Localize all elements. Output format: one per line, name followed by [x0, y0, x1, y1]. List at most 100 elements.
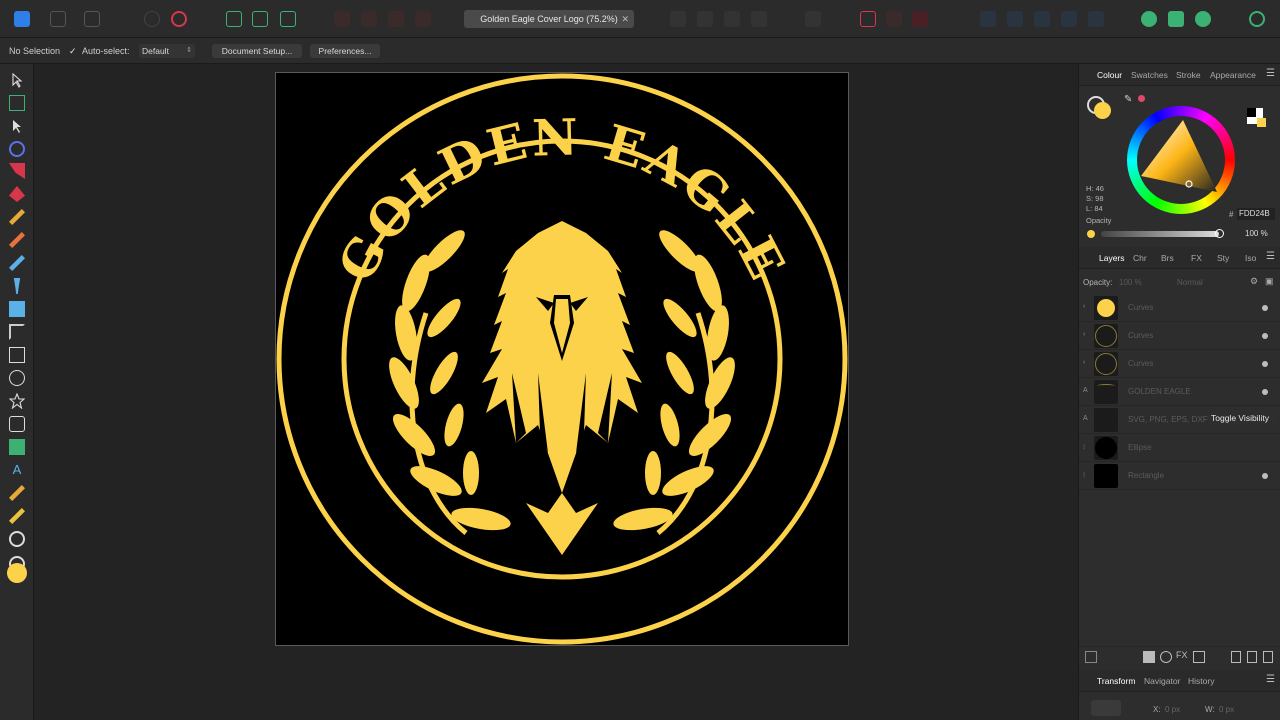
- opacity-slider-handle[interactable]: [1215, 229, 1224, 238]
- close-icon[interactable]: ✕: [621, 10, 629, 28]
- crop-icon[interactable]: [860, 11, 876, 27]
- visibility-dot-icon[interactable]: [1262, 473, 1268, 479]
- pixel-persona-icon[interactable]: [50, 11, 66, 27]
- tab-colour[interactable]: Colour: [1097, 70, 1122, 80]
- corner-tool-icon[interactable]: [9, 163, 25, 179]
- anchor-selector-icon[interactable]: [1091, 700, 1121, 716]
- arrange-front-icon[interactable]: [415, 11, 431, 27]
- tab-character[interactable]: Chr: [1133, 253, 1147, 263]
- layer-expand-icon[interactable]: ‹: [1083, 331, 1085, 338]
- preferences-button[interactable]: Preferences...: [310, 44, 380, 58]
- tab-styles[interactable]: Sty: [1217, 253, 1229, 263]
- autoselect-dropdown[interactable]: Default ⇕: [139, 44, 195, 58]
- tab-isolate[interactable]: Iso: [1245, 253, 1256, 263]
- document-setup-button[interactable]: Document Setup...: [212, 44, 302, 58]
- snap-icon[interactable]: [226, 11, 242, 27]
- opacity-slider[interactable]: [1101, 231, 1219, 237]
- visibility-dot-icon[interactable]: [1262, 333, 1268, 339]
- pen-tool-icon[interactable]: [9, 186, 25, 202]
- color-picker-tool-icon[interactable]: [9, 485, 25, 501]
- align-icon[interactable]: [670, 11, 686, 27]
- transparency-tool-icon[interactable]: [13, 278, 21, 294]
- colour-wheel[interactable]: [1127, 106, 1235, 214]
- divide-icon[interactable]: [1088, 11, 1104, 27]
- w-value[interactable]: 0 px: [1219, 705, 1234, 714]
- zoom-tool-icon[interactable]: [9, 531, 25, 547]
- move-tool-icon[interactable]: [9, 72, 25, 88]
- tab-fx[interactable]: FX: [1191, 253, 1202, 263]
- share-icon[interactable]: [1195, 11, 1211, 27]
- layers-menu-icon[interactable]: ☰: [1266, 251, 1275, 262]
- layer-row[interactable]: ‹ Curves: [1079, 350, 1280, 378]
- tab-history[interactable]: History: [1188, 676, 1214, 686]
- app-logo-icon[interactable]: [14, 11, 30, 27]
- visibility-dot-icon[interactable]: [1262, 389, 1268, 395]
- add-layer-icon[interactable]: [1231, 651, 1241, 663]
- adjustment-icon[interactable]: [1160, 651, 1172, 663]
- studio-icon[interactable]: [1168, 11, 1184, 27]
- layer-options-icon[interactable]: [1085, 651, 1097, 663]
- layer-settings-gear-icon[interactable]: ⚙: [1250, 276, 1258, 287]
- layer-row[interactable]: A GOLDEN EAGLE: [1079, 378, 1280, 406]
- arrange-forward-icon[interactable]: [388, 11, 404, 27]
- geometry-icon[interactable]: [751, 11, 767, 27]
- rectangle-tool-icon[interactable]: [9, 347, 25, 363]
- fx-icon[interactable]: FX: [1176, 650, 1188, 660]
- crop-tool-icon[interactable]: [9, 324, 25, 340]
- assistant-icon[interactable]: [1141, 11, 1157, 27]
- tab-swatches[interactable]: Swatches: [1131, 70, 1168, 80]
- brush-layer-icon[interactable]: [1193, 651, 1205, 663]
- blend-mode-dropdown[interactable]: Normal: [1177, 278, 1203, 287]
- layer-row[interactable]: ⁝ Rectangle: [1079, 462, 1280, 490]
- tab-navigator[interactable]: Navigator: [1144, 676, 1180, 686]
- layer-expand-icon[interactable]: ‹: [1083, 303, 1085, 310]
- subtract-icon[interactable]: [1007, 11, 1023, 27]
- golden-eagle-logo[interactable]: GOLDEN EAGLE: [276, 73, 848, 645]
- delete-layer-icon[interactable]: [1263, 651, 1273, 663]
- hex-input[interactable]: FDD24B: [1237, 208, 1275, 220]
- document-tab[interactable]: Golden Eagle Cover Logo (75.2%) ✕: [464, 10, 634, 28]
- fill-swatch-icon[interactable]: [7, 563, 27, 583]
- tab-stroke[interactable]: Stroke: [1176, 70, 1201, 80]
- distribute-icon[interactable]: [805, 11, 821, 27]
- tab-transform[interactable]: Transform: [1097, 676, 1135, 686]
- tab-layers[interactable]: Layers: [1099, 253, 1125, 263]
- arrange-back-icon[interactable]: [334, 11, 350, 27]
- place-image-tool-icon[interactable]: [9, 301, 25, 317]
- fill-well-icon[interactable]: [1094, 102, 1111, 119]
- layer-row[interactable]: ‹ Curves: [1079, 294, 1280, 322]
- x-value[interactable]: 0 px: [1165, 705, 1180, 714]
- artboard-tool-icon[interactable]: [9, 95, 25, 111]
- point-transform-tool-icon[interactable]: [9, 141, 25, 157]
- eyedropper-icon[interactable]: ✎: [1124, 94, 1132, 105]
- layer-opacity-value[interactable]: 100 %: [1119, 278, 1142, 287]
- snap-target-icon[interactable]: [280, 11, 296, 27]
- vector-brush-tool-icon[interactable]: [9, 232, 25, 248]
- current-swatch-icon[interactable]: [1257, 118, 1266, 127]
- colour-triangle[interactable]: [1127, 106, 1235, 214]
- tab-brushes[interactable]: Brs: [1161, 253, 1174, 263]
- visibility-dot-icon[interactable]: [1262, 305, 1268, 311]
- union-icon[interactable]: [980, 11, 996, 27]
- ellipse-tool-icon[interactable]: [9, 370, 25, 386]
- layer-row[interactable]: ⁝ Ellipse: [1079, 434, 1280, 462]
- mask-icon[interactable]: [1143, 651, 1155, 663]
- transform-flip-icon[interactable]: [697, 11, 713, 27]
- pencil-tool-icon[interactable]: [9, 209, 25, 225]
- measure-tool-icon[interactable]: [9, 508, 25, 524]
- rotate-icon[interactable]: [724, 11, 740, 27]
- black-swatch-icon[interactable]: [1247, 108, 1256, 117]
- group-icon[interactable]: [1247, 651, 1257, 663]
- boolean-icon[interactable]: [886, 11, 902, 27]
- canvas-area[interactable]: GOLDEN EAGLE: [34, 64, 1078, 720]
- node-tool-icon[interactable]: [9, 118, 25, 134]
- shapes-tool-icon[interactable]: [9, 416, 25, 432]
- transform-menu-icon[interactable]: ☰: [1266, 674, 1275, 685]
- layer-lock-icon[interactable]: ▣: [1265, 276, 1274, 287]
- fill-tool-icon[interactable]: [9, 255, 25, 271]
- view-mode-icon[interactable]: [144, 11, 160, 27]
- autoselect-checkmark-icon[interactable]: ✓: [69, 46, 77, 57]
- visibility-dot-icon[interactable]: [1262, 361, 1268, 367]
- arrange-backward-icon[interactable]: [361, 11, 377, 27]
- settings-gear-icon[interactable]: [171, 11, 187, 27]
